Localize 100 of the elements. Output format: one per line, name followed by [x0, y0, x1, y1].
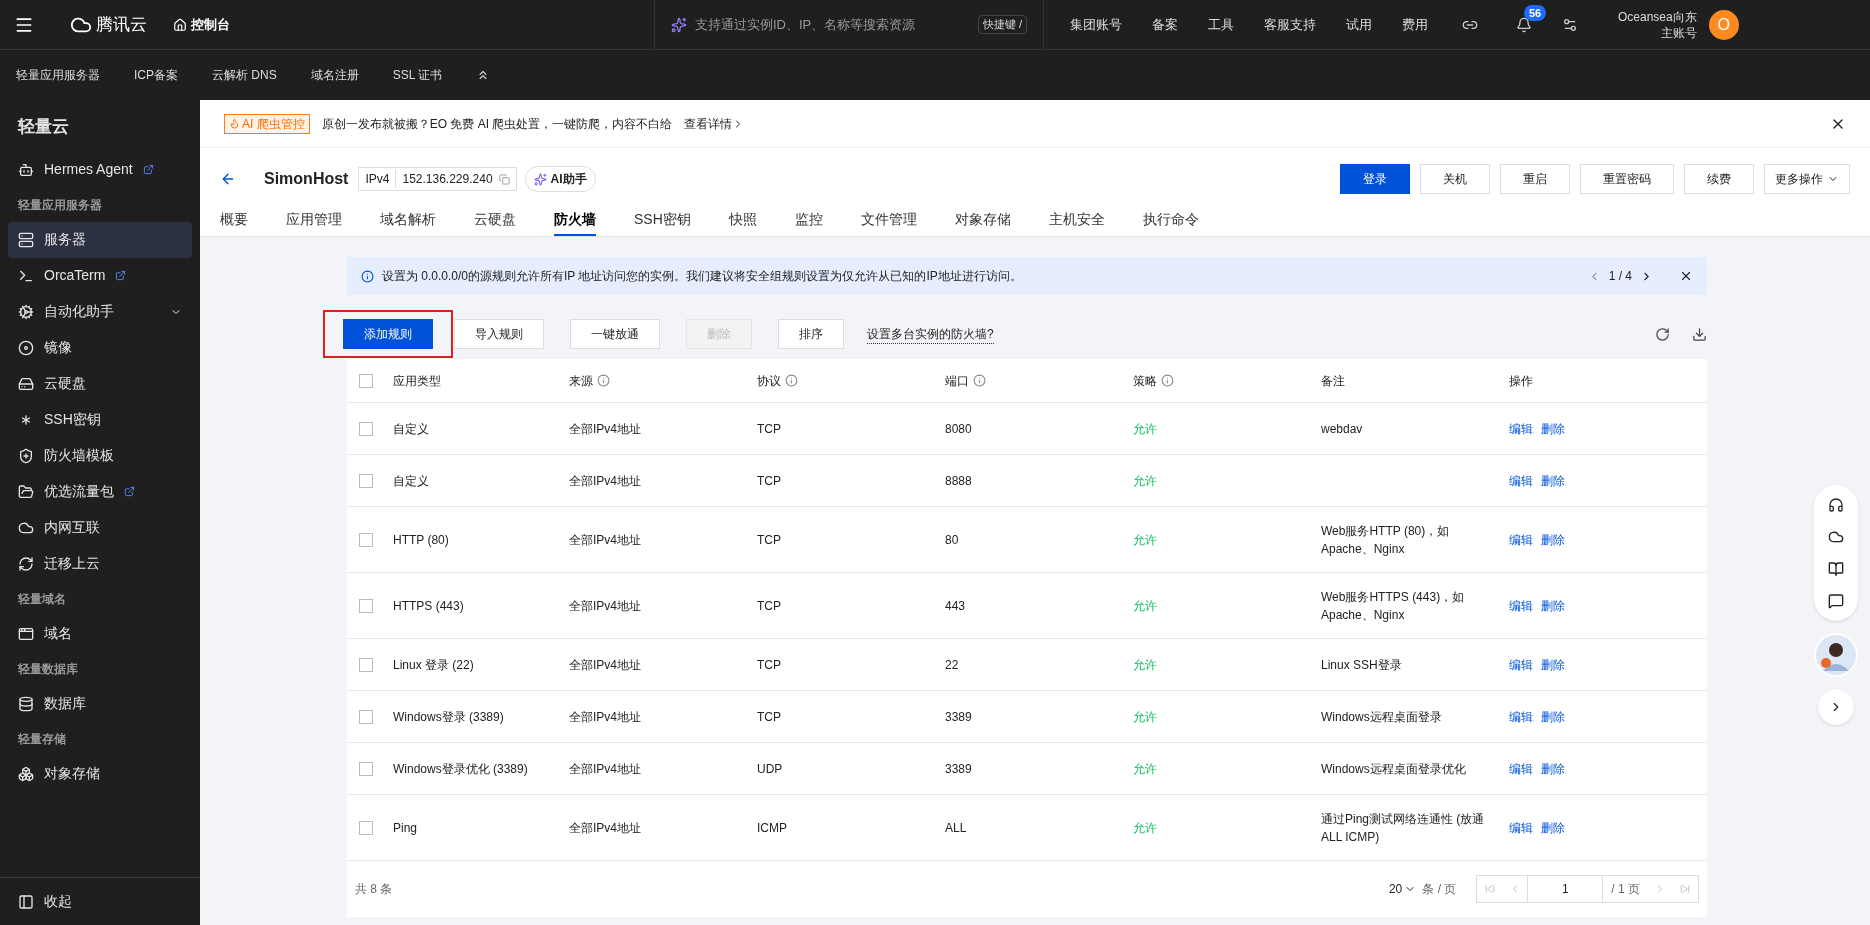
- sidebar-item[interactable]: 迁移上云: [8, 545, 192, 582]
- user-name[interactable]: Oceansea向东: [1618, 8, 1697, 25]
- instance-action-button[interactable]: 重置密码: [1580, 164, 1674, 194]
- row-checkbox[interactable]: [359, 421, 373, 436]
- row-action-link[interactable]: 编辑: [1509, 707, 1533, 726]
- row-checkbox[interactable]: [359, 709, 373, 724]
- subnav-link[interactable]: 云解析 DNS: [212, 66, 277, 84]
- help-link[interactable]: 设置多台实例的防火墙?: [867, 324, 994, 344]
- page-input[interactable]: 1: [1527, 875, 1604, 903]
- row-action-link[interactable]: 删除: [1541, 759, 1565, 778]
- row-action-link[interactable]: 删除: [1541, 419, 1565, 438]
- column-header: 端口: [945, 372, 969, 390]
- sidebar-item[interactable]: 云硬盘: [8, 365, 192, 402]
- subnav-link[interactable]: SSL 证书: [392, 66, 443, 84]
- nav-link[interactable]: 集团账号: [1070, 14, 1122, 35]
- row-checkbox[interactable]: [359, 657, 373, 672]
- nav-link[interactable]: 客服支持: [1264, 14, 1316, 35]
- row-action-link[interactable]: 删除: [1541, 707, 1565, 726]
- instance-action-button[interactable]: 登录: [1340, 164, 1410, 194]
- sidebar-item[interactable]: 防火墙模板: [8, 437, 192, 474]
- sidebar-item[interactable]: 对象存储: [8, 755, 192, 792]
- instance-action-button[interactable]: 续费: [1684, 164, 1754, 194]
- tab[interactable]: 应用管理: [286, 204, 342, 236]
- row-checkbox[interactable]: [359, 473, 373, 488]
- tab[interactable]: 快照: [728, 204, 757, 236]
- instance-name: SimonHost: [264, 169, 349, 189]
- sidebar-item[interactable]: Hermes Agent: [8, 151, 192, 188]
- bell-icon[interactable]: [1516, 16, 1532, 33]
- sidebar-item-icon: [18, 555, 34, 572]
- row-action-link[interactable]: 编辑: [1509, 419, 1533, 438]
- sidebar-item[interactable]: 优选流量包: [8, 473, 192, 510]
- tab[interactable]: SSH密钥: [634, 204, 691, 236]
- tab[interactable]: 云硬盘: [474, 204, 516, 236]
- row-action-link[interactable]: 删除: [1541, 818, 1565, 837]
- nav-link[interactable]: 工具: [1208, 14, 1234, 35]
- nav-link[interactable]: 试用: [1346, 14, 1372, 35]
- sidebar-item[interactable]: 内网互联: [8, 509, 192, 546]
- headset-icon[interactable]: [1828, 497, 1844, 513]
- tab[interactable]: 主机安全: [1048, 204, 1105, 236]
- toolbar-button[interactable]: 添加规则: [343, 319, 433, 349]
- sidebar-item[interactable]: 服务器: [8, 221, 192, 258]
- subnav-link[interactable]: ICP备案: [134, 66, 178, 84]
- row-action-link[interactable]: 编辑: [1509, 596, 1533, 615]
- row-checkbox[interactable]: [359, 598, 373, 613]
- sidebar-item[interactable]: 数据库: [8, 685, 192, 722]
- row-action-link[interactable]: 删除: [1541, 596, 1565, 615]
- promo-link[interactable]: 查看详情: [684, 114, 745, 133]
- message-icon[interactable]: [1828, 593, 1844, 609]
- sidebar-item-icon: [18, 625, 34, 642]
- tab[interactable]: 域名解析: [380, 204, 436, 236]
- collapse-sidebar-link[interactable]: 收起: [44, 891, 72, 912]
- more-actions-button[interactable]: 更多操作: [1764, 164, 1850, 194]
- nav-link[interactable]: 费用: [1402, 14, 1428, 35]
- tab[interactable]: 对象存储: [954, 204, 1011, 236]
- sidebar-item[interactable]: 镜像: [8, 329, 192, 366]
- subnav-link[interactable]: 轻量应用服务器: [16, 66, 100, 84]
- tab[interactable]: 执行命令: [1142, 204, 1199, 236]
- search-input[interactable]: 支持通过实例ID、IP、名称等搜索资源: [695, 14, 970, 35]
- settings-icon[interactable]: [1562, 16, 1578, 33]
- row-action-link[interactable]: 编辑: [1509, 655, 1533, 674]
- tab[interactable]: 概要: [220, 204, 248, 236]
- cloud-icon[interactable]: [1828, 529, 1844, 545]
- row-action-link[interactable]: 编辑: [1509, 471, 1533, 490]
- instance-action-button[interactable]: 重启: [1500, 164, 1570, 194]
- collapse-sidebar-icon[interactable]: [18, 893, 34, 910]
- sidebar-item[interactable]: SSH密钥: [8, 401, 192, 438]
- row-action-link[interactable]: 编辑: [1509, 818, 1533, 837]
- row-checkbox[interactable]: [359, 820, 373, 835]
- refresh-icon[interactable]: [1655, 326, 1670, 342]
- tab[interactable]: 文件管理: [860, 204, 917, 236]
- row-action-link[interactable]: 编辑: [1509, 759, 1533, 778]
- search-field[interactable]: 支持通过实例ID、IP、名称等搜索资源 快捷键 /: [654, 0, 1044, 50]
- tab[interactable]: 监控: [794, 204, 823, 236]
- subnav-link[interactable]: 域名注册: [310, 66, 359, 84]
- row-checkbox[interactable]: [359, 532, 373, 547]
- back-icon[interactable]: [220, 171, 236, 187]
- assistant-avatar[interactable]: [1814, 633, 1858, 677]
- toolbar-button[interactable]: 排序: [778, 319, 844, 349]
- download-icon[interactable]: [1692, 326, 1707, 342]
- row-checkbox[interactable]: [359, 761, 373, 776]
- row-action-link[interactable]: 编辑: [1509, 530, 1533, 549]
- instance-action-button[interactable]: 关机: [1420, 164, 1490, 194]
- sidebar-item[interactable]: OrcaTerm: [8, 257, 192, 294]
- row-action-link[interactable]: 删除: [1541, 530, 1565, 549]
- sidebar-section-header: 轻量存储: [17, 730, 67, 748]
- console-link[interactable]: 控制台: [191, 14, 230, 35]
- nav-link[interactable]: 备案: [1152, 14, 1178, 35]
- row-action-link[interactable]: 删除: [1541, 471, 1565, 490]
- sidebar-item[interactable]: 自动化助手: [8, 293, 192, 330]
- book-icon[interactable]: [1828, 561, 1844, 577]
- sidebar-item[interactable]: 域名: [8, 615, 192, 652]
- close-icon[interactable]: [1679, 269, 1693, 283]
- page-size-select[interactable]: 20: [1388, 880, 1417, 898]
- table-cell-text: 允许: [1133, 760, 1158, 778]
- toolbar-button[interactable]: 一键放通: [570, 319, 660, 349]
- toolbar-button[interactable]: 导入规则: [454, 319, 544, 349]
- sidebar-item-icon: [18, 375, 34, 392]
- tab[interactable]: 防火墙: [554, 204, 596, 236]
- row-action-link[interactable]: 删除: [1541, 655, 1565, 674]
- select-all-checkbox[interactable]: [359, 373, 373, 388]
